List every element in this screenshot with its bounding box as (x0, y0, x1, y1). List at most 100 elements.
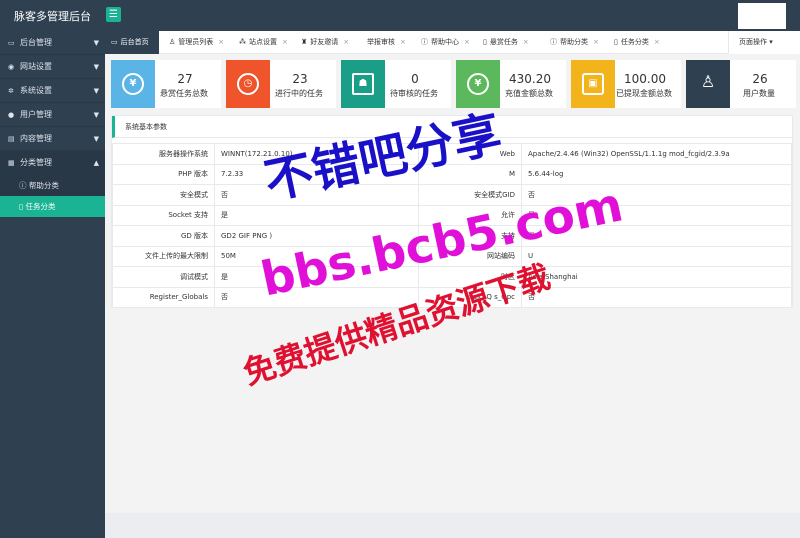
stat-icon-box: ▣ (571, 60, 615, 108)
tab-admin-list[interactable]: ♙ 管理员列表 × (163, 31, 224, 54)
sidebar-item-label: 后台管理 (20, 38, 52, 47)
stat-card-total-tasks[interactable]: ¥ 27 悬赏任务总数 (111, 60, 221, 108)
param-value: WINNT(172.21.0.10) (214, 143, 419, 165)
sidebar-item-site[interactable]: ◉ 网站设置 ▼ (0, 55, 105, 79)
sidebar-subitem-label: 帮助分类 (28, 181, 59, 190)
chevron-down-icon: ▼ (93, 39, 99, 47)
grid-icon: ▦ (8, 159, 15, 167)
param-key: 支持 (418, 225, 522, 247)
param-key: 安全模式GID (418, 184, 522, 206)
stat-value: 26 (752, 72, 768, 86)
tab-bar: ▭ 后台首页 ♙ 管理员列表 × ⁂ 站点设置 × ♜ 好友邀请 × 举报审核 × ⓘ 帮助中心 ×… (105, 31, 800, 54)
panel-title: 系统基本参数 (112, 116, 792, 138)
chevron-down-icon: ▼ (93, 63, 99, 71)
top-right-area (738, 3, 786, 29)
close-icon[interactable]: × (400, 38, 406, 46)
param-value: GD2 GIF PNG ) (214, 225, 419, 247)
sitemap-icon: ⁂ (239, 38, 246, 46)
param-value: Apache/2.4.46 (Win32) OpenSSL/1.1.1g mod… (521, 143, 792, 165)
sidebar-item-admin[interactable]: ▭ 后台管理 ▼ (0, 31, 105, 55)
tab-label: 后台首页 (120, 38, 149, 46)
close-icon[interactable]: × (593, 38, 599, 46)
stat-label: 已提现金额总数 (616, 89, 672, 98)
param-key: 网站编码 (418, 245, 522, 267)
close-icon[interactable]: × (343, 38, 349, 46)
help-icon: ⓘ (19, 181, 29, 190)
doc-icon: ▯ (483, 38, 487, 46)
stat-label: 充值金额总数 (505, 89, 553, 98)
param-key: 时区 (418, 266, 522, 288)
tab-site-settings[interactable]: ⁂ 站点设置 × (233, 31, 288, 54)
sidebar-item-content[interactable]: ▤ 内容管理 ▼ (0, 127, 105, 151)
stat-icon-box: ◷ (226, 60, 270, 108)
param-value: Asia/Shanghai (521, 266, 792, 288)
sidebar-subitem-task-category[interactable]: ▯ 任务分类 (0, 196, 105, 217)
tab-task-category[interactable]: ▯ 任务分类 × (608, 31, 660, 54)
user-icon: ♙ (700, 72, 716, 91)
folder-icon: ▤ (8, 135, 15, 143)
table-row: PHP 版本 7.2.33 M 5.6.44-log (112, 163, 792, 185)
param-value: 50M (214, 245, 419, 267)
param-value: 否 (214, 184, 419, 206)
stat-label: 进行中的任务 (275, 89, 323, 98)
sidebar-item-system[interactable]: ✲ 系统设置 ▼ (0, 79, 105, 103)
table-row: 调试模式是时区 Asia/Shanghai (112, 266, 792, 288)
stat-card-pending-tasks[interactable]: ☗ 0 待审核的任务 (341, 60, 451, 108)
param-key: Socket 支持 (112, 204, 215, 226)
user-icon: ♙ (169, 38, 176, 46)
stat-label: 用户数量 (743, 89, 775, 98)
sidebar-subitem-help-category[interactable]: ⓘ 帮助分类 (0, 175, 105, 196)
param-key: Register_Globals (112, 286, 215, 308)
close-icon[interactable]: × (523, 38, 529, 46)
close-icon[interactable]: × (218, 38, 224, 46)
sidebar-item-users[interactable]: ● 用户管理 ▼ (0, 103, 105, 127)
stat-card-user-count[interactable]: ♙ 26 用户数量 (686, 60, 796, 108)
tab-report-review[interactable]: 举报审核 × (361, 31, 406, 54)
tab-label: 帮助分类 (560, 38, 588, 46)
table-row: GD 版本 GD2 GIF PNG ) 支持是 (112, 225, 792, 247)
tab-home[interactable]: ▭ 后台首页 (105, 31, 159, 54)
sidebar-item-category[interactable]: ▦ 分类管理 ▲ (0, 151, 105, 175)
hamburger-icon[interactable]: ☰ (106, 7, 121, 22)
app-title: 脉客多管理后台 (14, 10, 91, 23)
stat-card-recharge-total[interactable]: ¥ 430.20 充值金额总数 (456, 60, 566, 108)
stat-value: 27 (177, 72, 193, 86)
wallet-icon: ▣ (582, 73, 604, 95)
tab-label: 悬赏任务 (489, 38, 518, 46)
sidebar-item-label: 分类管理 (20, 158, 52, 167)
table-row: 服务器操作系统 WINNT(172.21.0.10) Web Apache/2.4.4… (112, 143, 792, 165)
tab-label: 好友邀请 (310, 38, 339, 46)
param-key: 安全模式 (112, 184, 215, 206)
close-icon[interactable]: × (654, 38, 660, 46)
tab-bounty-task[interactable]: ▯ 悬赏任务 × (477, 31, 529, 54)
param-key: M (418, 163, 522, 185)
sidebar-item-label: 系统设置 (20, 86, 52, 95)
param-value: U (521, 245, 792, 267)
tab-label: 举报审核 (367, 38, 395, 46)
stat-card-active-tasks[interactable]: ◷ 23 进行中的任务 (226, 60, 336, 108)
globe-icon: ◉ (8, 63, 15, 71)
stat-value: 23 (292, 72, 308, 86)
param-key: 允许 (418, 204, 522, 226)
close-icon[interactable]: × (464, 38, 470, 46)
tab-friend-invite[interactable]: ♜ 好友邀请 × (295, 31, 349, 54)
stat-card-withdraw-total[interactable]: ▣ 100.00 已提现金额总数 (571, 60, 681, 108)
chevron-down-icon: ▼ (93, 111, 99, 119)
system-params-panel: 系统基本参数 服务器操作系统 WINNT(172.21.0.10) Web Apach… (111, 115, 793, 308)
params-table: 服务器操作系统 WINNT(172.21.0.10) Web Apache/2.4.4… (112, 143, 792, 308)
stat-icon-box: ♙ (686, 60, 730, 108)
close-icon[interactable]: × (282, 38, 288, 46)
param-value: 否 (214, 286, 419, 308)
stat-label: 待审核的任务 (390, 89, 438, 98)
table-row: Socket 支持是允许是 (112, 204, 792, 226)
tab-help-center[interactable]: ⓘ 帮助中心 × (415, 31, 470, 54)
page-actions-button[interactable]: 页面操作 ▾ (728, 31, 800, 54)
tab-help-category[interactable]: ⓘ 帮助分类 × (544, 31, 599, 54)
gift-icon: ♜ (301, 38, 308, 46)
param-value: 5.6.44-log (521, 163, 792, 185)
gear-icon: ✲ (8, 87, 14, 95)
yen-icon: ¥ (467, 73, 489, 95)
param-value: 是 (214, 266, 419, 288)
help-icon: ⓘ (550, 38, 557, 46)
stat-label: 悬赏任务总数 (160, 89, 208, 98)
